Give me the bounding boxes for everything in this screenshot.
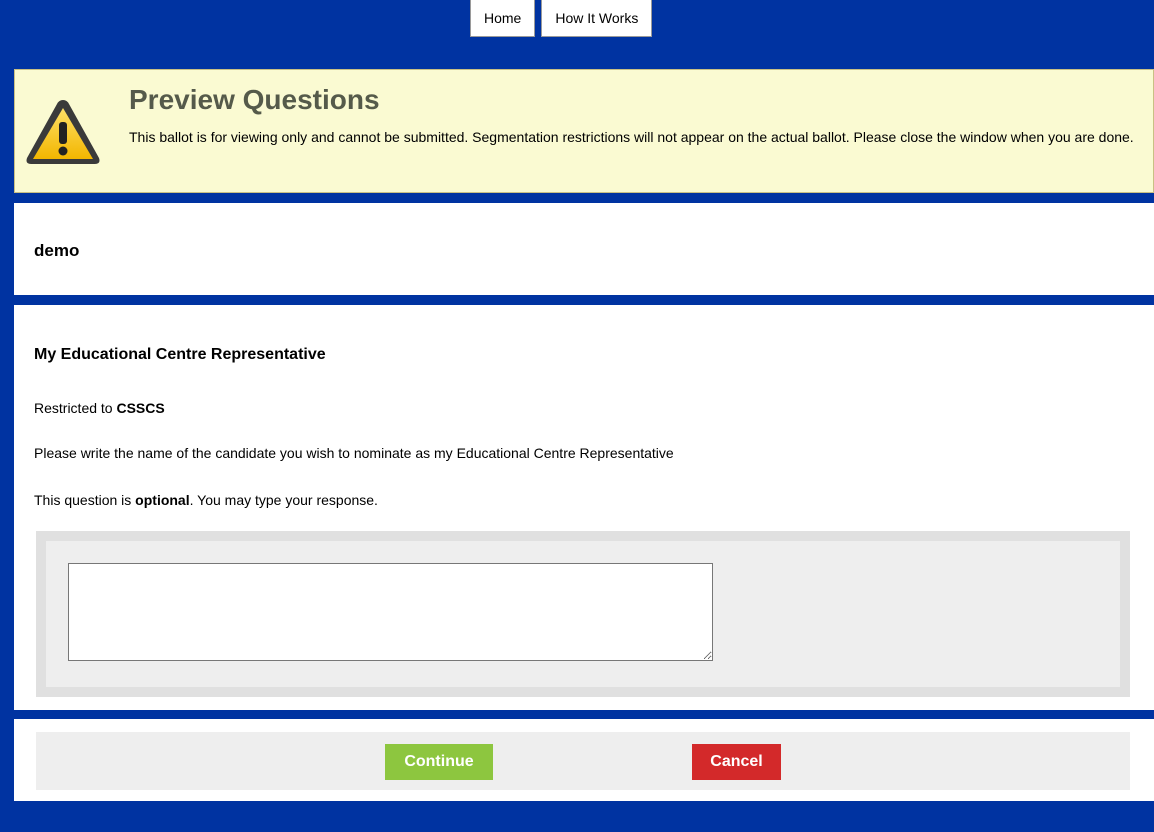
- optional-prefix: This question is: [34, 492, 136, 508]
- answer-area-inner: [46, 541, 1120, 687]
- question-panel: My Educational Centre Representative Res…: [14, 305, 1154, 710]
- election-name: demo: [34, 241, 80, 260]
- actions-bar: Continue Cancel: [36, 732, 1130, 790]
- restriction-text: Restricted to CSSCS: [34, 400, 165, 416]
- preview-banner: Preview Questions This ballot is for vie…: [14, 69, 1154, 193]
- tab-home[interactable]: Home: [470, 0, 536, 37]
- banner-message: This ballot is for viewing only and cann…: [129, 129, 1134, 145]
- warning-triangle-icon: [26, 100, 100, 164]
- optional-note: This question is optional. You may type …: [34, 492, 378, 508]
- banner-title: Preview Questions: [129, 84, 380, 115]
- optional-word: optional: [135, 492, 190, 508]
- answer-area: [36, 531, 1130, 697]
- write-in-textarea[interactable]: [68, 563, 713, 661]
- tab-how-it-works[interactable]: How It Works: [541, 0, 653, 37]
- top-nav: Home How It Works: [470, 0, 653, 37]
- cancel-button[interactable]: Cancel: [692, 744, 781, 780]
- actions-panel: Continue Cancel: [14, 719, 1154, 801]
- continue-button[interactable]: Continue: [385, 744, 493, 780]
- restriction-prefix: Restricted to: [34, 400, 117, 416]
- restriction-group: CSSCS: [116, 400, 165, 416]
- optional-suffix: . You may type your response.: [189, 492, 378, 508]
- question-title: My Educational Centre Representative: [34, 346, 326, 363]
- election-header-panel: demo: [14, 203, 1154, 295]
- question-description: Please write the name of the candidate y…: [34, 445, 674, 461]
